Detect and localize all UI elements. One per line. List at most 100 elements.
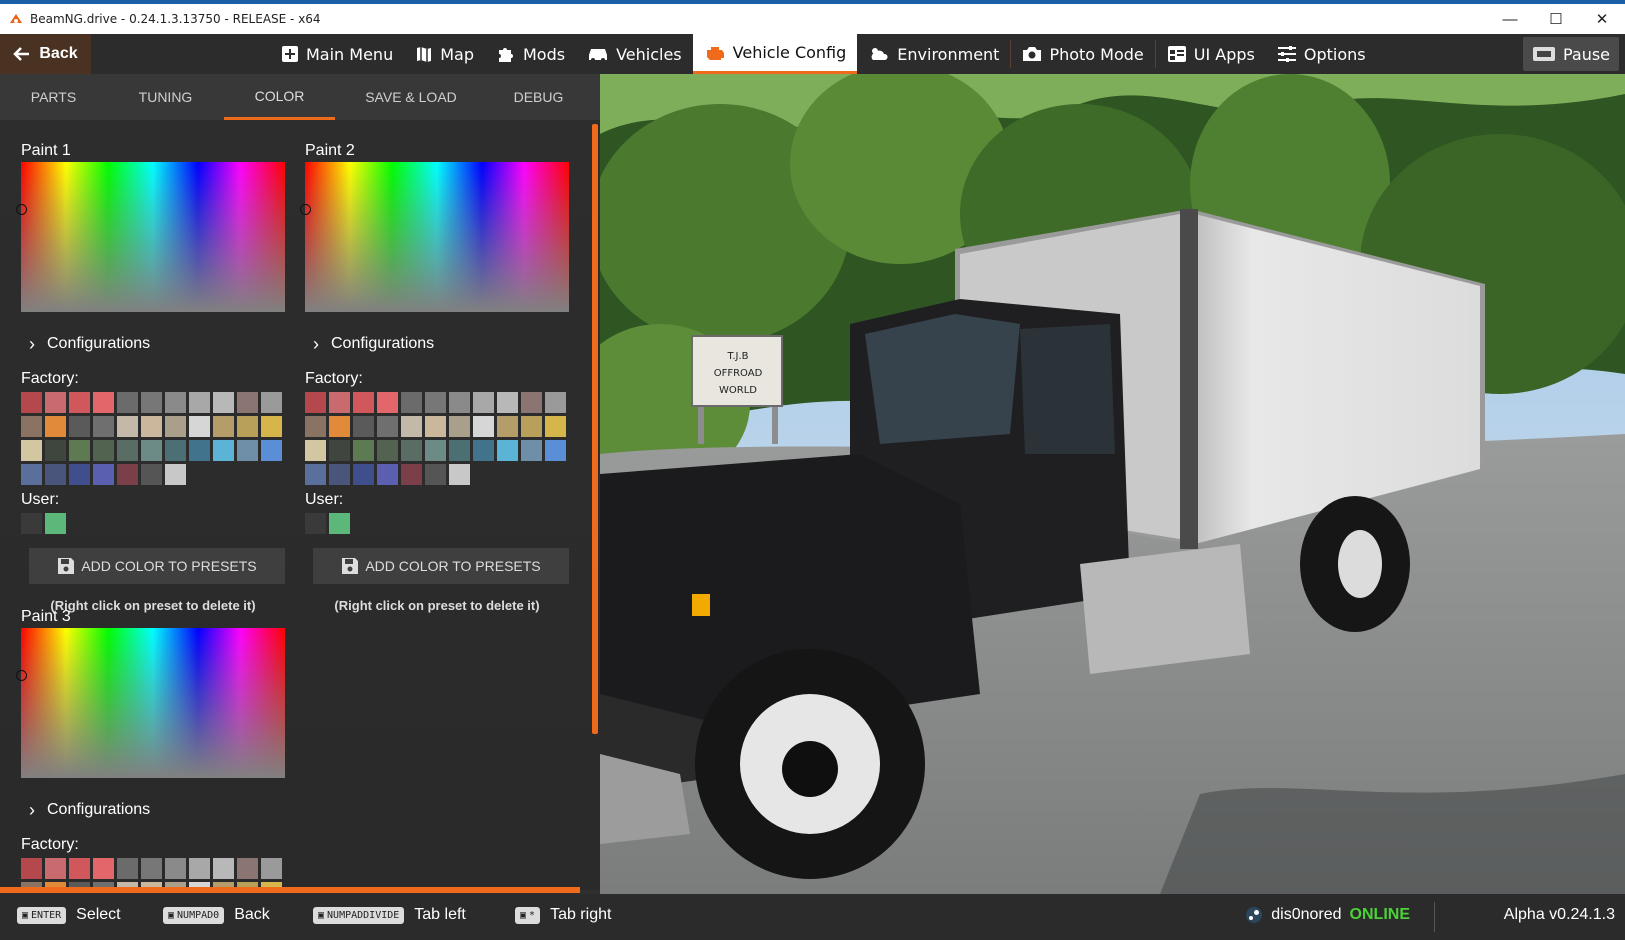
maximize-icon[interactable]: ☐: [1533, 4, 1579, 34]
color-swatch[interactable]: [521, 440, 542, 461]
color-swatch[interactable]: [305, 440, 326, 461]
horizontal-scrollbar[interactable]: [0, 887, 580, 893]
color-swatch[interactable]: [237, 392, 258, 413]
color-swatch[interactable]: [69, 416, 90, 437]
color-picker[interactable]: [16, 628, 285, 778]
color-swatch[interactable]: [141, 858, 162, 879]
color-swatch[interactable]: [93, 416, 114, 437]
color-swatch[interactable]: [141, 464, 162, 485]
color-swatch[interactable]: [45, 858, 66, 879]
color-swatch[interactable]: [237, 416, 258, 437]
picker-cursor[interactable]: [16, 204, 27, 215]
close-icon[interactable]: ✕: [1579, 4, 1625, 34]
hotkey-back[interactable]: ▣ NUMPAD0 Back: [163, 906, 270, 924]
color-swatch[interactable]: [141, 416, 162, 437]
color-swatch[interactable]: [425, 416, 446, 437]
color-swatch[interactable]: [261, 416, 282, 437]
color-swatch[interactable]: [141, 392, 162, 413]
user-status[interactable]: dis0nored ONLINE: [1245, 906, 1410, 924]
color-swatch[interactable]: [237, 858, 258, 879]
tab-save-load[interactable]: SAVE & LOAD: [335, 74, 487, 120]
color-swatch[interactable]: [329, 416, 350, 437]
color-swatch[interactable]: [117, 392, 138, 413]
color-swatch[interactable]: [353, 416, 374, 437]
color-swatch[interactable]: [117, 858, 138, 879]
color-swatch[interactable]: [401, 440, 422, 461]
color-swatch[interactable]: [473, 440, 494, 461]
color-swatch[interactable]: [165, 416, 186, 437]
color-swatch[interactable]: [497, 440, 518, 461]
user-color-swatch[interactable]: [305, 513, 326, 534]
color-swatch[interactable]: [165, 858, 186, 879]
tab-debug[interactable]: DEBUG: [487, 74, 590, 120]
color-swatch[interactable]: [425, 440, 446, 461]
color-swatch[interactable]: [521, 416, 542, 437]
user-color-swatch[interactable]: [21, 513, 42, 534]
color-swatch[interactable]: [353, 392, 374, 413]
tab-parts[interactable]: PARTS: [0, 74, 107, 120]
color-swatch[interactable]: [377, 440, 398, 461]
configurations-toggle[interactable]: › Configurations: [305, 332, 569, 356]
color-swatch[interactable]: [93, 392, 114, 413]
color-swatch[interactable]: [45, 416, 66, 437]
color-swatch[interactable]: [165, 440, 186, 461]
color-swatch[interactable]: [213, 440, 234, 461]
color-swatch[interactable]: [117, 464, 138, 485]
color-swatch[interactable]: [305, 464, 326, 485]
color-swatch[interactable]: [449, 440, 470, 461]
configurations-toggle[interactable]: › Configurations: [21, 798, 285, 822]
color-swatch[interactable]: [261, 440, 282, 461]
color-swatch[interactable]: [213, 392, 234, 413]
color-swatch[interactable]: [45, 464, 66, 485]
color-swatch[interactable]: [237, 440, 258, 461]
hotkey-tab-left[interactable]: ▣ NUMPADDIVIDE Tab left: [313, 906, 466, 924]
color-swatch[interactable]: [117, 440, 138, 461]
picker-cursor[interactable]: [16, 670, 27, 681]
color-swatch[interactable]: [165, 464, 186, 485]
color-swatch[interactable]: [305, 392, 326, 413]
color-swatch[interactable]: [189, 858, 210, 879]
color-swatch[interactable]: [21, 416, 42, 437]
hotkey-select[interactable]: ▣ ENTER Select: [17, 906, 121, 924]
color-swatch[interactable]: [449, 392, 470, 413]
color-swatch[interactable]: [189, 392, 210, 413]
color-swatch[interactable]: [69, 392, 90, 413]
user-color-swatch[interactable]: [329, 513, 350, 534]
vertical-scrollbar[interactable]: [592, 124, 598, 734]
color-swatch[interactable]: [401, 464, 422, 485]
color-swatch[interactable]: [473, 416, 494, 437]
color-swatch[interactable]: [69, 858, 90, 879]
nav-mods[interactable]: Mods: [485, 34, 576, 74]
nav-vehicles[interactable]: Vehicles: [576, 34, 693, 74]
color-swatch[interactable]: [545, 392, 566, 413]
color-swatch[interactable]: [401, 416, 422, 437]
color-swatch[interactable]: [449, 464, 470, 485]
color-swatch[interactable]: [449, 416, 470, 437]
color-swatch[interactable]: [497, 416, 518, 437]
color-swatch[interactable]: [45, 440, 66, 461]
add-color-to-presets-button[interactable]: ADD COLOR TO PRESETS: [29, 548, 285, 584]
color-swatch[interactable]: [69, 440, 90, 461]
pause-button[interactable]: Pause: [1523, 37, 1619, 71]
color-swatch[interactable]: [45, 392, 66, 413]
color-swatch[interactable]: [213, 858, 234, 879]
configurations-toggle[interactable]: › Configurations: [21, 332, 285, 356]
color-swatch[interactable]: [21, 464, 42, 485]
color-swatch[interactable]: [425, 392, 446, 413]
color-swatch[interactable]: [165, 392, 186, 413]
color-swatch[interactable]: [21, 858, 42, 879]
tab-color[interactable]: COLOR: [224, 74, 335, 120]
nav-options[interactable]: Options: [1266, 34, 1377, 74]
color-swatch[interactable]: [329, 464, 350, 485]
color-picker[interactable]: [300, 162, 569, 312]
color-scroll-area[interactable]: Paint 1 › Configurations Factory: User: …: [0, 120, 600, 890]
hotkey-tab-right[interactable]: ▣ * Tab right: [515, 906, 611, 924]
color-swatch[interactable]: [353, 440, 374, 461]
nav-environment[interactable]: Environment: [857, 34, 1010, 74]
color-swatch[interactable]: [521, 392, 542, 413]
color-swatch[interactable]: [21, 392, 42, 413]
color-swatch[interactable]: [353, 464, 374, 485]
color-swatch[interactable]: [377, 392, 398, 413]
color-swatch[interactable]: [93, 858, 114, 879]
color-swatch[interactable]: [117, 416, 138, 437]
